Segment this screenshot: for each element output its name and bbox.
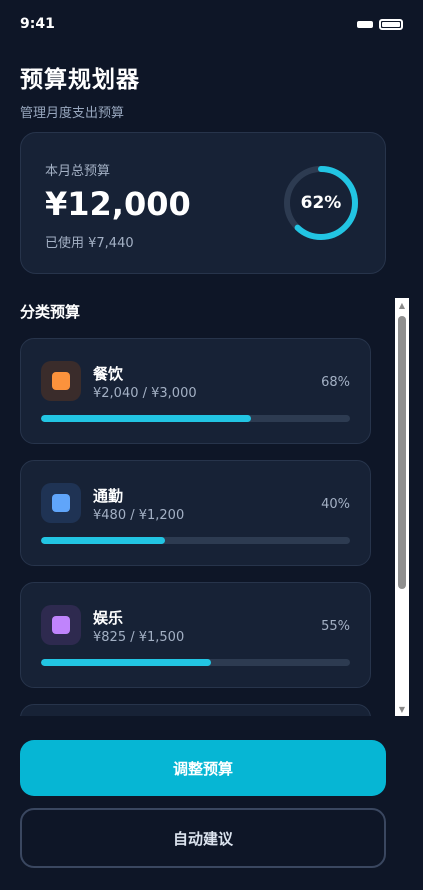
dining-icon: [41, 361, 81, 401]
commute-icon: [41, 483, 81, 523]
page-title: 预算规划器: [20, 67, 140, 93]
scroll-down-arrow-icon[interactable]: ▼: [395, 702, 409, 716]
category-progress-bar: [41, 659, 350, 666]
scroll-thumb[interactable]: [398, 316, 406, 589]
status-icons: [357, 18, 403, 30]
category-name: 通勤: [93, 487, 124, 505]
category-percent: 68%: [321, 375, 350, 390]
category-name: 餐饮: [93, 365, 124, 383]
category-name: 娱乐: [93, 609, 124, 627]
battery-icon: [379, 18, 403, 30]
category-list[interactable]: 餐饮 ¥2,040 / ¥3,000 68% 通勤 ¥480 / ¥1,200 …: [20, 338, 376, 716]
category-amount: ¥2,040 / ¥3,000: [93, 386, 197, 401]
total-budget-label: 本月总预算: [45, 164, 111, 179]
category-card-dining[interactable]: 餐饮 ¥2,040 / ¥3,000 68%: [20, 338, 371, 444]
category-amount: ¥480 / ¥1,200: [93, 508, 185, 523]
signal-icon: [357, 20, 373, 28]
category-card-entertainment[interactable]: 娱乐 ¥825 / ¥1,500 55%: [20, 582, 371, 688]
category-list-scrollbar[interactable]: ▲ ▼: [395, 298, 409, 716]
status-time: 9:41: [20, 16, 55, 32]
category-progress-bar: [41, 537, 350, 544]
total-used-amount: 已使用 ¥7,440: [45, 236, 134, 251]
category-amount: ¥825 / ¥1,500: [93, 630, 185, 645]
category-progress-bar: [41, 415, 350, 422]
scroll-up-arrow-icon[interactable]: ▲: [395, 298, 409, 312]
adjust-budget-button[interactable]: 调整预算: [20, 740, 386, 796]
entertainment-icon: [41, 605, 81, 645]
header: 预算规划器 管理月度支出预算: [20, 60, 140, 121]
usage-percent: 62%: [300, 193, 342, 213]
total-budget-card: 本月总预算 ¥12,000 已使用 ¥7,440 62%: [20, 132, 386, 274]
category-percent: 55%: [321, 619, 350, 634]
category-percent: 40%: [321, 497, 350, 512]
status-bar: 9:41: [0, 0, 423, 48]
category-card-partial[interactable]: [20, 704, 371, 716]
auto-suggest-button[interactable]: 自动建议: [20, 808, 386, 868]
category-section-title: 分类预算: [20, 303, 81, 321]
total-budget-amount: ¥12,000: [45, 185, 191, 223]
page-subtitle: 管理月度支出预算: [20, 106, 125, 121]
category-card-commute[interactable]: 通勤 ¥480 / ¥1,200 40%: [20, 460, 371, 566]
